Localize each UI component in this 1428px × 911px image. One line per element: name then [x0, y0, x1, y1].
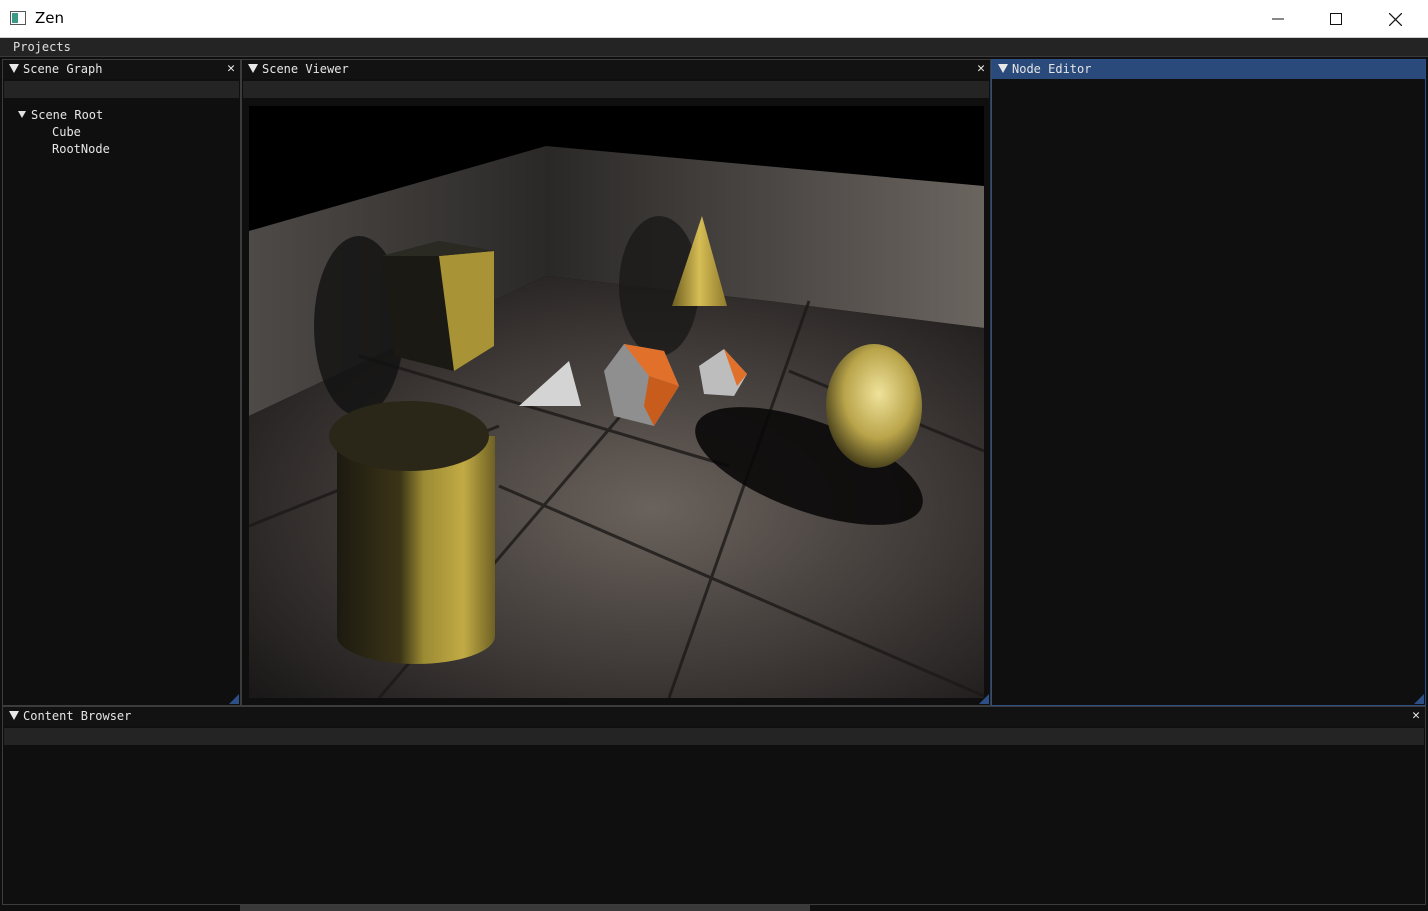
content-browser-title: Content Browser — [23, 709, 132, 723]
tree-item-scene-root[interactable]: Scene Root — [31, 108, 103, 122]
node-editor-title: Node Editor — [1012, 62, 1092, 76]
scene-graph-close-button[interactable]: ✕ — [227, 61, 235, 76]
scene-viewport[interactable] — [249, 106, 984, 698]
minimize-icon — [1272, 18, 1284, 20]
content-browser-close-button[interactable]: ✕ — [1412, 708, 1420, 723]
scene-viewer-toolbar — [243, 81, 989, 98]
content-browser-header[interactable]: Content Browser ✕ — [3, 707, 1425, 726]
content-browser-panel: Content Browser ✕ — [2, 706, 1426, 905]
resize-grip[interactable] — [1414, 694, 1424, 704]
scene-viewer-close-button[interactable]: ✕ — [977, 61, 985, 76]
window-titlebar[interactable]: Zen — [0, 0, 1428, 38]
scene-viewer-title: Scene Viewer — [262, 62, 349, 76]
close-window-button[interactable] — [1366, 0, 1424, 38]
minimize-button[interactable] — [1249, 0, 1307, 38]
scene-viewer-panel: Scene Viewer ✕ — [241, 59, 991, 706]
horizontal-scrollbar[interactable] — [240, 905, 810, 911]
content-browser-toolbar — [4, 728, 1424, 745]
collapse-triangle-icon[interactable] — [998, 64, 1008, 73]
maximize-icon — [1330, 13, 1342, 25]
node-editor-panel: Node Editor — [991, 59, 1426, 706]
collapse-triangle-icon[interactable] — [9, 711, 19, 720]
tree-expand-icon[interactable] — [18, 111, 26, 118]
menu-bar: Projects — [0, 38, 1428, 57]
tree-item-cube[interactable]: Cube — [52, 125, 81, 139]
scene-graph-header[interactable]: Scene Graph ✕ — [3, 60, 240, 79]
app-icon — [10, 11, 26, 25]
collapse-triangle-icon[interactable] — [248, 64, 258, 73]
window-title: Zen — [35, 9, 65, 27]
close-icon — [1388, 12, 1402, 26]
tree-item-rootnode[interactable]: RootNode — [52, 142, 110, 156]
resize-grip[interactable] — [229, 694, 239, 704]
scene-graph-toolbar — [4, 81, 239, 98]
maximize-button[interactable] — [1307, 0, 1365, 38]
scene-graph-panel: Scene Graph ✕ Scene Root Cube RootNode — [2, 59, 241, 706]
scene-viewer-header[interactable]: Scene Viewer ✕ — [242, 60, 990, 79]
node-editor-header[interactable]: Node Editor — [992, 60, 1425, 79]
scene-graph-title: Scene Graph — [23, 62, 103, 76]
menu-projects[interactable]: Projects — [13, 40, 71, 54]
resize-grip[interactable] — [979, 694, 989, 704]
collapse-triangle-icon[interactable] — [9, 64, 19, 73]
